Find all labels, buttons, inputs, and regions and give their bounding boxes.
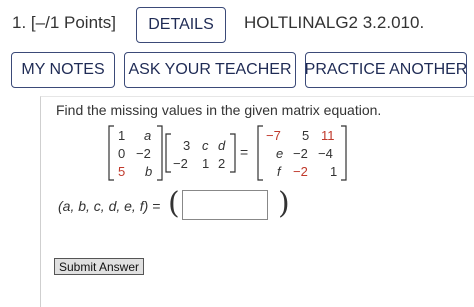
answer-label: (a, b, c, d, e, f) =	[58, 198, 161, 214]
submit-answer-button[interactable]: Submit Answer	[54, 258, 144, 275]
matrix-c-r2c2: −2	[293, 146, 308, 161]
matrix-a-r3c2: b	[145, 164, 153, 179]
matrix-c-r3c3: 1	[330, 164, 338, 179]
open-paren: (	[168, 186, 180, 221]
matrix-b-r1c2: c	[202, 138, 209, 153]
matrix-c-r3c2: −2	[293, 164, 308, 179]
matrix-c-r2c1: e	[276, 146, 284, 161]
matrix-a-r1c1: 1	[118, 128, 126, 143]
close-paren: )	[278, 186, 290, 221]
matrix-c-r3c1: f	[277, 164, 281, 179]
matrix-a-r3c1: 5	[118, 164, 126, 179]
matrix-c-r2c3: −4	[318, 146, 333, 161]
matrix-a-r2c1: 0	[118, 146, 126, 161]
matrix-b-r2c3: 2	[218, 156, 226, 171]
matrix-b-r2c2: 1	[202, 156, 210, 171]
matrix-c-r1c3: 11	[321, 128, 335, 143]
matrix-b-r2c1: −2	[173, 156, 188, 171]
matrix-a-r1c2: a	[144, 128, 152, 143]
equals-sign: =	[240, 144, 249, 160]
answer-input[interactable]	[182, 190, 268, 220]
matrix-c-r1c1: −7	[266, 128, 281, 143]
matrix-brackets	[108, 125, 347, 181]
matrix-c-r1c2: 5	[302, 128, 310, 143]
matrix-b-r1c1: 3	[183, 138, 191, 153]
matrix-a-r2c2: −2	[136, 146, 151, 161]
matrix-b-r1c3: d	[218, 138, 226, 153]
